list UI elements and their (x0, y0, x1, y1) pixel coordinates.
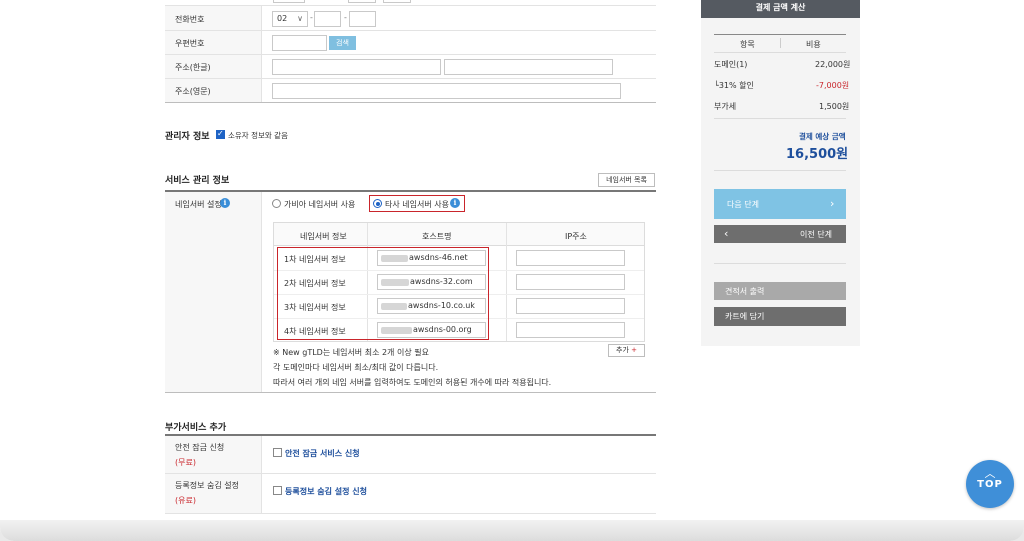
col-header-ip: IP주소 (565, 232, 587, 241)
phone-middle-input[interactable] (314, 11, 341, 27)
highlight-box (277, 247, 489, 340)
cost-item: 도메인(1) (714, 60, 748, 69)
radio-gabia-ns[interactable] (272, 199, 281, 208)
address-en-label: 주소(영문) (175, 87, 211, 96)
chevron-right-icon: › (830, 197, 835, 210)
extra-section-title: 부가서비스 추가 (165, 423, 227, 433)
same-as-owner-label: 소유자 정보와 같음 (228, 131, 288, 140)
col-cost: 비용 (806, 40, 821, 49)
ns-ip-input[interactable] (516, 274, 625, 290)
cost-item: 부가세 (714, 102, 737, 111)
service-section-title: 서비스 관리 정보 (165, 176, 230, 186)
ns-label-column (165, 192, 262, 392)
ns-ip-input[interactable] (516, 298, 625, 314)
expected-label: 결제 예상 금액 (799, 132, 846, 141)
cost-item: └31% 할인 (714, 81, 754, 90)
ns-ip-input[interactable] (516, 250, 625, 266)
zip-label: 우편번호 (175, 39, 205, 48)
scroll-top-button[interactable]: ︿ TOP (966, 460, 1014, 508)
phone-dash: - (310, 13, 313, 22)
lock-checkbox[interactable] (273, 448, 282, 457)
cost-value: 1,500원 (819, 102, 850, 111)
privacy-price: (유료) (175, 496, 196, 505)
lock-label: 안전 잠금 신청 (175, 443, 225, 452)
add-to-cart-button[interactable]: 카트에 담기 (714, 307, 846, 326)
radio-gabia-ns-label: 가비아 네임서버 사용 (284, 200, 356, 209)
radio-other-ns[interactable] (373, 199, 382, 208)
address-ko-input-2[interactable] (444, 59, 613, 75)
same-as-owner-checkbox[interactable] (216, 129, 225, 139)
phone-prefix-select[interactable]: 02 ∨ (272, 11, 308, 27)
address-ko-label: 주소(한글) (175, 63, 211, 72)
chevron-left-icon: ‹ (724, 227, 729, 240)
phone-dash: - (344, 13, 347, 22)
ns-setting-label: 네임서버 설정 (175, 200, 222, 209)
lock-price: (무료) (175, 458, 196, 467)
admin-section-title: 관리자 정보 (165, 132, 210, 142)
info-icon[interactable]: i (450, 198, 460, 208)
prev-input-remnant (383, 0, 411, 3)
note-gtld: ※ New gTLD는 네임서버 최소 2개 이상 필요 (273, 348, 429, 357)
chevron-up-icon: ︿ (984, 467, 996, 480)
radio-other-ns-label: 타사 네임서버 사용 (385, 200, 449, 209)
col-header-host: 호스트명 (422, 232, 452, 241)
zip-input[interactable] (272, 35, 327, 51)
cost-value-discount: -7,000원 (816, 81, 850, 90)
privacy-label: 등록정보 숨김 설정 (175, 481, 239, 490)
col-item: 항목 (740, 40, 755, 49)
privacy-option-label: 등록정보 숨김 설정 신청 (285, 487, 367, 496)
print-quote-button[interactable]: 견적서 출력 (714, 282, 846, 300)
address-en-input[interactable] (272, 83, 621, 99)
plus-icon: + (631, 346, 637, 354)
ns-list-button[interactable]: 네임서버 목록 (598, 173, 655, 187)
next-step-button[interactable]: 다음 단계 › (714, 189, 846, 219)
info-icon[interactable]: i (220, 198, 230, 208)
page: 전화번호 02 ∨ - - 우편번호 검색 주소(한글) 주소(영문) 관리자 정… (0, 0, 1024, 541)
chevron-down-icon: ∨ (297, 14, 303, 23)
cost-value: 22,000원 (815, 60, 851, 69)
expected-amount: 16,500원 (786, 147, 849, 162)
prev-input-remnant (273, 0, 305, 3)
lock-option-label: 안전 잠금 서비스 신청 (285, 449, 360, 458)
prev-step-button[interactable]: ‹ 이전 단계 (714, 225, 846, 243)
privacy-checkbox[interactable] (273, 486, 282, 495)
add-ns-button[interactable]: 추가 + (608, 344, 645, 357)
address-ko-input-1[interactable] (272, 59, 441, 75)
payment-panel-title: 결제 금액 계산 (701, 0, 860, 18)
prev-input-remnant (348, 0, 376, 3)
col-header-info: 네임서버 정보 (300, 232, 347, 241)
ns-ip-input[interactable] (516, 322, 625, 338)
phone-last-input[interactable] (349, 11, 376, 27)
phone-label: 전화번호 (175, 15, 205, 24)
note-applied: 따라서 여러 개의 네임 서버를 입력하여도 도메인의 허용된 개수에 따라 적… (273, 378, 552, 387)
note-min-max: 각 도메인마다 네임서버 최소/최대 값이 다릅니다. (273, 363, 439, 372)
bottom-shade (0, 520, 1024, 541)
zip-search-button[interactable]: 검색 (329, 36, 356, 50)
